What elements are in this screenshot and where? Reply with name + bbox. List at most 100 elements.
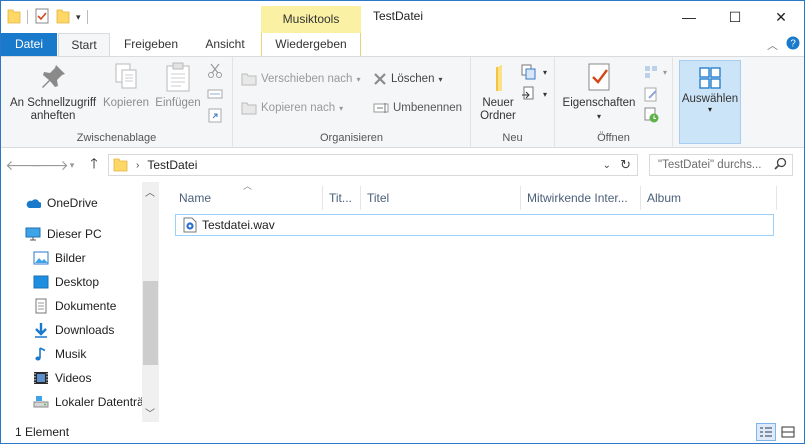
new-folder-qat-icon[interactable] [56,8,70,27]
nav-item-downloads[interactable]: Downloads [33,319,114,341]
explorer-window: ▾ Musiktools TestDatei — ☐ ✕ Datei Start… [0,0,805,444]
chevron-down-icon: ▾ [339,103,344,113]
pin-quick-access-button[interactable]: An Schnellzugriff anheften [7,61,99,123]
minimize-button[interactable]: — [666,1,712,33]
recent-locations-chevron-icon[interactable]: ▾ [63,156,81,174]
videos-icon [34,372,48,384]
nav-item-label: Dieser PC [47,227,102,241]
chevron-down-icon: ▾ [438,74,443,84]
new-folder-button[interactable]: Neuer Ordner [475,61,521,123]
open-button[interactable]: ▾ [643,62,667,82]
column-header-contributing-artists[interactable]: Mitwirkende Inter... [521,186,641,210]
qat-separator [27,10,28,24]
breadcrumb-separator-icon: › [136,159,140,171]
properties-icon [588,63,610,91]
large-icons-view-icon [781,426,795,438]
scissors-icon [208,63,222,78]
move-to-button[interactable]: Verschieben nach ▾ [241,69,360,89]
nav-item-pictures[interactable]: Bilder [33,247,86,269]
new-folder-icon [496,65,502,91]
delete-button[interactable]: Löschen ▾ [373,69,443,89]
copy-to-button[interactable]: Kopieren nach ▾ [241,98,343,118]
breadcrumb-path[interactable]: TestDatei [147,158,197,172]
scroll-down-icon[interactable]: ﹀ [145,405,155,420]
select-grid-icon [699,67,721,89]
up-button[interactable]: 🡑 [85,155,103,174]
details-view-button[interactable] [756,423,776,441]
column-header-name[interactable]: Name [173,186,323,210]
forward-button[interactable]: 🡒 [31,156,69,174]
group-open: Eigenschaften ▾ ▾ Öffnen [555,57,673,147]
search-icon [774,157,787,177]
paste-shortcut-button[interactable] [207,105,223,125]
nav-item-music[interactable]: Musik [33,343,86,365]
nav-pane-scroll-thumb[interactable] [143,281,158,365]
easy-access-button[interactable]: ▾ [521,84,547,104]
column-header-track[interactable]: Tit... [323,186,361,210]
rename-button[interactable]: Umbenennen [373,98,462,118]
chevron-down-icon: ▾ [596,112,601,121]
pin-label-line2: anheften [30,110,76,122]
quick-access-toolbar: ▾ [7,7,88,27]
select-button[interactable]: Auswählen ▾ [679,60,741,144]
close-button[interactable]: ✕ [758,1,804,33]
group-clipboard: An Schnellzugriff anheften Kopieren Einf… [1,57,233,147]
history-button[interactable] [643,105,659,125]
nav-item-videos[interactable]: Videos [33,367,91,389]
pin-label-line1: An Schnellzugriff [9,97,97,109]
easy-access-icon [522,86,534,100]
address-dropdown-icon[interactable]: ⌄ [603,160,611,171]
nav-item-label: Desktop [55,275,100,289]
onedrive-icon [26,199,41,208]
copy-button[interactable]: Kopieren [101,61,151,110]
new-item-button[interactable]: ▾ [521,62,547,82]
properties-button[interactable]: Eigenschaften ▾ [559,61,639,123]
group-label-organize: Organisieren [320,132,383,144]
nav-item-this-pc[interactable]: Dieser PC [25,223,102,245]
nav-item-label: Lokaler Datenträ [55,395,144,409]
properties-qat-icon[interactable] [34,8,50,27]
select-label: Auswählen [681,93,739,105]
nav-item-onedrive[interactable]: OneDrive [25,192,98,214]
cut-button[interactable] [207,61,223,81]
file-name: Testdatei.wav [202,218,275,232]
new-folder-label-line1: Neuer [482,97,514,109]
address-bar[interactable]: › TestDatei ⌄ ↻ [108,154,638,176]
nav-item-desktop[interactable]: Desktop [33,271,99,293]
status-bar: 1 Element [1,422,804,443]
refresh-icon[interactable]: ↻ [620,157,631,173]
ribbon: An Schnellzugriff anheften Kopieren Einf… [1,56,804,148]
history-icon [644,107,659,123]
column-header-title[interactable]: Titel [361,186,521,210]
table-row[interactable]: Testdatei.wav [175,214,774,236]
maximize-button[interactable]: ☐ [712,1,758,33]
paste-button[interactable]: Einfügen [153,61,203,110]
chevron-down-icon: ▾ [356,74,361,84]
pictures-icon [33,251,49,265]
rename-label: Umbenennen [393,102,463,114]
edit-button[interactable] [643,84,659,104]
group-organize: Verschieben nach ▾ Kopieren nach ▾ Lösch… [233,57,471,147]
tab-share[interactable]: Freigeben [113,33,189,56]
qat-dropdown-icon[interactable]: ▾ [76,12,81,23]
copy-path-icon [207,89,223,99]
folder-icon [7,8,21,27]
tab-start[interactable]: Start [58,33,110,57]
music-icon [35,347,46,361]
scroll-up-icon[interactable]: ︿ [145,184,155,199]
pin-icon [42,65,65,88]
column-header-album[interactable]: Album [641,186,777,210]
tab-play[interactable]: Wiedergeben [261,33,361,56]
tab-view[interactable]: Ansicht [193,33,257,56]
item-count: 1 Element [15,425,70,439]
nav-item-local-drive[interactable]: Lokaler Datenträ [33,391,144,413]
nav-item-documents[interactable]: Dokumente [33,295,116,317]
expand-ribbon-icon[interactable]: ︿ [767,37,778,53]
tab-file[interactable]: Datei [1,33,57,56]
help-icon[interactable]: ? [786,36,800,53]
title-bar: ▾ Musiktools TestDatei — ☐ ✕ [1,1,804,33]
search-input[interactable]: "TestDatei" durchs... [649,154,793,176]
large-icons-view-button[interactable] [778,423,798,441]
copy-path-button[interactable] [207,84,223,104]
nav-pane-scrollbar[interactable]: ︿ ﹀ [142,182,159,422]
